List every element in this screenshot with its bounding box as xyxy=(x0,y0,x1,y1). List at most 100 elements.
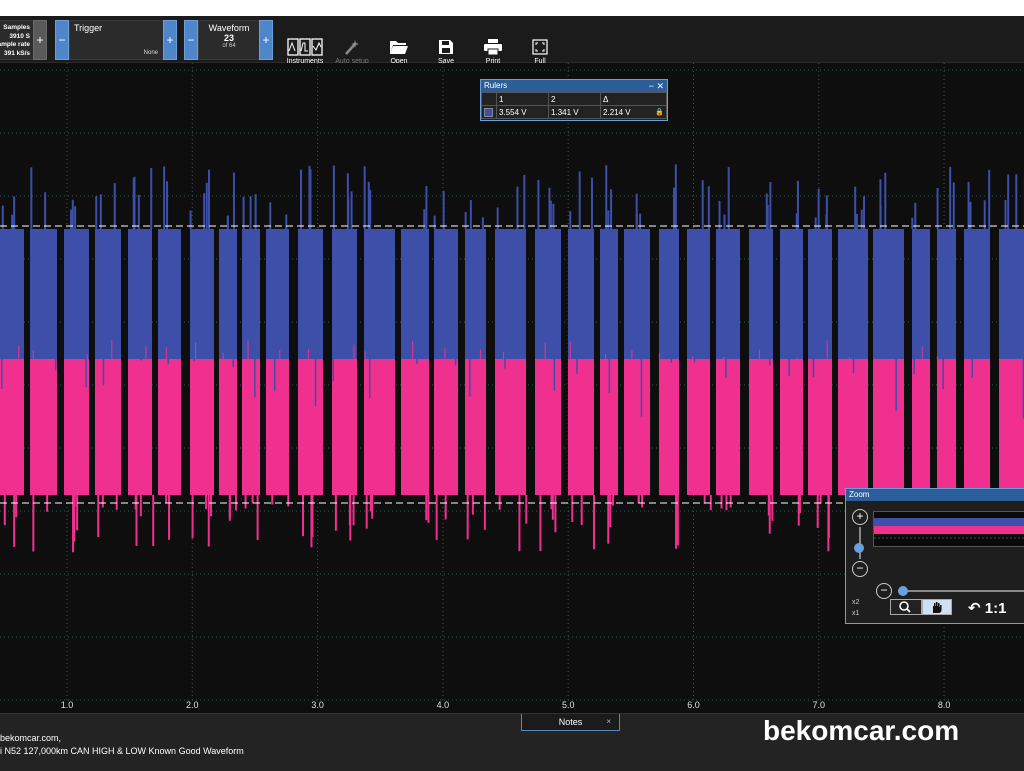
lock-icon[interactable]: 🔒 xyxy=(655,108,664,116)
can-low-burst xyxy=(716,359,740,495)
can-low-burst xyxy=(332,359,357,495)
zoom-out-button[interactable]: − xyxy=(852,561,868,577)
instruments-icon xyxy=(282,36,328,58)
can-low-burst xyxy=(298,359,323,495)
save-icon xyxy=(423,36,469,58)
rulers-table: 1 2 Δ 3.554 V 1.341 V 2.214 V 🔒 xyxy=(481,92,667,119)
trigger-mode: None xyxy=(143,50,158,56)
rulers-panel[interactable]: Rulers − ✕ 1 2 Δ 3.554 V 1.341 V 2.214 V… xyxy=(480,79,668,121)
can-high-burst xyxy=(838,229,868,359)
undo-icon: ↶ xyxy=(968,600,981,617)
save-button[interactable]: Save xyxy=(423,36,469,65)
can-high-burst xyxy=(873,229,904,359)
can-low-burst xyxy=(999,359,1024,495)
printer-icon xyxy=(470,36,516,58)
pan-tool-button[interactable] xyxy=(922,599,952,615)
waveform-current: 23 xyxy=(223,33,234,43)
trigger-plus-button[interactable]: + xyxy=(163,20,177,60)
brand-watermark: bekomcar.com xyxy=(763,715,960,746)
can-high-burst xyxy=(364,229,395,359)
can-low-burst xyxy=(808,359,832,495)
zoom-h-minus-button[interactable]: − xyxy=(876,583,892,599)
rulers-color-swatch xyxy=(481,105,497,119)
ruler-2-value: 1.341 V xyxy=(548,105,602,119)
waveform-count: of 64 xyxy=(222,43,236,49)
can-high-burst xyxy=(30,229,57,359)
rulers-close-button[interactable]: ✕ xyxy=(656,81,664,91)
can-low-burst xyxy=(158,359,181,495)
can-low-burst xyxy=(128,359,152,495)
auto-setup-button[interactable]: Auto setup xyxy=(329,36,375,65)
ruler-1-value: 3.554 V xyxy=(495,105,550,119)
x-axis-tick-label: 7.0 xyxy=(813,700,826,710)
zoom-tool-button[interactable] xyxy=(890,599,922,615)
zoom-overview[interactable] xyxy=(873,511,1024,547)
can-low-burst xyxy=(912,359,930,495)
x-axis-tick-label: 8.0 xyxy=(938,700,951,710)
can-low-burst xyxy=(873,359,904,495)
zoom-horizontal-slider-handle[interactable] xyxy=(898,586,908,596)
samples-plus-button[interactable]: + xyxy=(33,20,47,60)
x-axis-tick-label: 1.0 xyxy=(61,700,74,710)
can-high-burst xyxy=(937,229,956,359)
can-high-burst xyxy=(190,229,214,359)
can-high-burst xyxy=(128,229,152,359)
can-low-burst xyxy=(780,359,803,495)
rulers-title: Rulers xyxy=(484,81,508,90)
zoom-reset-button[interactable]: ↶ 1:1 xyxy=(968,599,1006,617)
can-high-burst xyxy=(0,229,24,359)
open-button[interactable]: Open xyxy=(376,36,422,65)
can-low-burst xyxy=(687,359,710,495)
can-high-burst xyxy=(624,229,650,359)
can-high-burst xyxy=(401,229,429,359)
zoom-horizontal-slider[interactable] xyxy=(898,590,1024,592)
can-high-burst xyxy=(568,229,594,359)
zoom-title: Zoom xyxy=(846,489,1024,501)
trigger-minus-button[interactable]: − xyxy=(55,20,69,60)
can-high-burst xyxy=(242,229,260,359)
can-high-burst xyxy=(495,229,526,359)
can-high-burst xyxy=(687,229,710,359)
can-high-burst xyxy=(749,229,773,359)
notes-line-2: i N52 127,000km CAN HIGH & LOW Known Goo… xyxy=(0,746,244,756)
full-button[interactable]: Full xyxy=(517,36,563,65)
x-axis-tick-label: 3.0 xyxy=(311,700,324,710)
can-low-burst xyxy=(535,359,561,495)
can-low-burst xyxy=(624,359,650,495)
can-low-burst xyxy=(190,359,214,495)
folder-icon xyxy=(376,36,422,58)
can-high-burst xyxy=(219,229,237,359)
rulers-col-delta: Δ xyxy=(600,92,667,106)
zoom-overview-canvas xyxy=(874,518,1024,539)
can-low-burst xyxy=(434,359,458,495)
samples-value: 3910 S xyxy=(9,32,30,40)
can-high-burst xyxy=(465,229,486,359)
can-high-burst xyxy=(332,229,357,359)
rulers-col-2: 2 xyxy=(548,92,602,106)
waveform-minus-button[interactable]: − xyxy=(184,20,198,60)
rulers-minimize-button[interactable]: − xyxy=(649,81,654,91)
zoom-panel[interactable]: Zoom + − − x2 x1 ↶ 1:1 xyxy=(845,488,1024,624)
notes-line-1: bekomcar.com, xyxy=(0,733,62,743)
notes-close-button[interactable]: × xyxy=(606,714,611,730)
rulers-header[interactable]: Rulers − ✕ xyxy=(481,80,667,92)
can-low-burst xyxy=(937,359,956,495)
can-high-burst xyxy=(95,229,121,359)
can-low-burst xyxy=(242,359,260,495)
can-high-burst xyxy=(780,229,803,359)
can-high-burst xyxy=(266,229,289,359)
notes-content[interactable]: bekomcar.com, i N52 127,000km CAN HIGH &… xyxy=(0,732,244,758)
can-high-burst xyxy=(434,229,458,359)
zoom-vertical-slider-handle[interactable] xyxy=(854,543,864,553)
samples-panel[interactable]: Samples 3910 S ample rate 391 kS/s xyxy=(0,20,34,60)
can-high-burst xyxy=(64,229,89,359)
can-high-burst xyxy=(999,229,1024,359)
instruments-button[interactable]: Instruments xyxy=(282,36,328,65)
print-button[interactable]: Print xyxy=(470,36,516,65)
trigger-panel[interactable]: Trigger None xyxy=(69,20,177,60)
can-low-burst xyxy=(401,359,429,495)
zoom-in-button[interactable]: + xyxy=(852,509,868,525)
notes-tab[interactable]: Notes × xyxy=(521,714,620,731)
waveform-plus-button[interactable]: + xyxy=(259,20,273,60)
can-low-burst xyxy=(465,359,486,495)
